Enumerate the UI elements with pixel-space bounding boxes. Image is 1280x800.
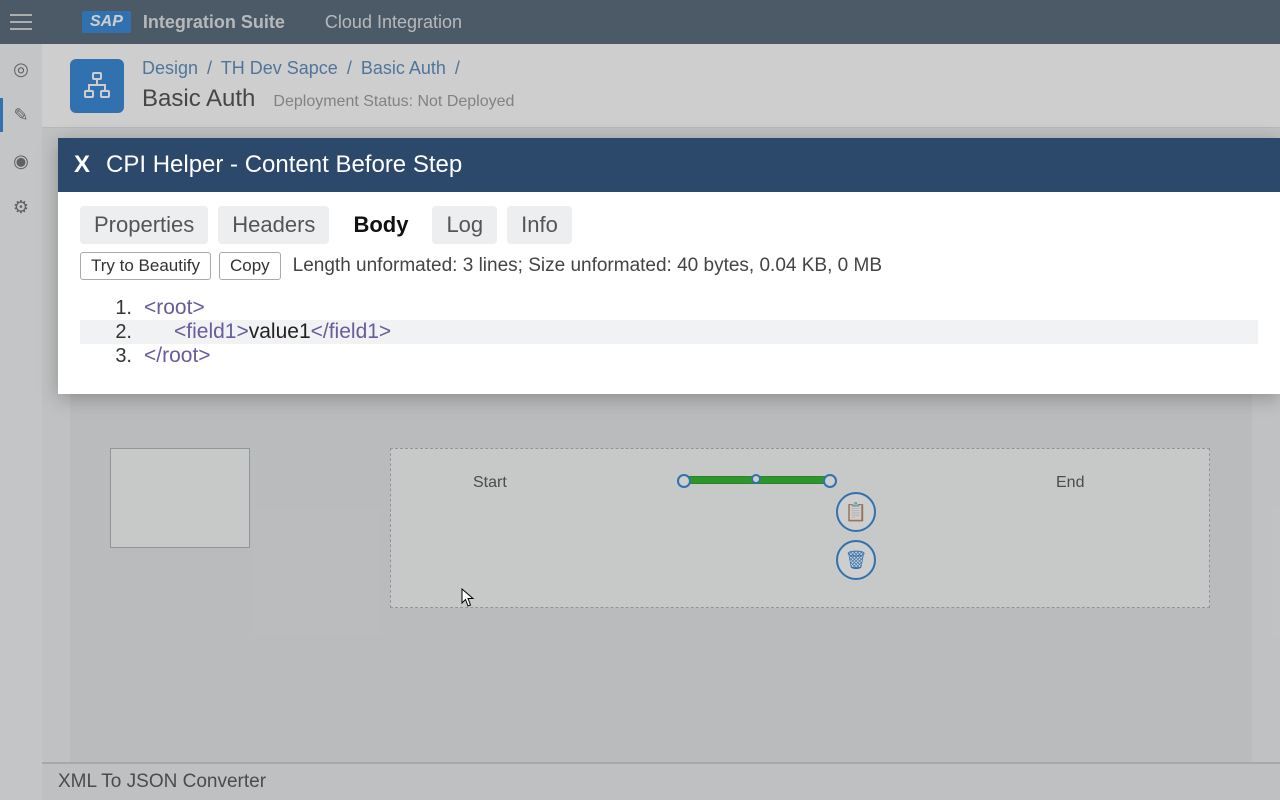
page-title: Basic Auth: [142, 85, 255, 113]
cpi-helper-panel: X CPI Helper - Content Before Step Prope…: [58, 138, 1280, 394]
cpi-tabs: Properties Headers Body Log Info: [58, 192, 1280, 252]
deploy-status: Deployment Status: Not Deployed: [273, 93, 514, 111]
top-bar: SAP Integration Suite Cloud Integration: [0, 0, 1280, 44]
page-header: Design / TH Dev Sapce / Basic Auth / Bas…: [42, 44, 1280, 128]
crumb-space[interactable]: TH Dev Sapce: [221, 58, 338, 78]
iflow-icon: [70, 59, 124, 113]
code-line-2: 2. <field1>value1</field1>: [80, 320, 1258, 344]
tab-properties[interactable]: Properties: [80, 206, 208, 244]
tab-headers[interactable]: Headers: [218, 206, 329, 244]
sender-participant[interactable]: [110, 448, 250, 548]
length-info: Length unformated: 3 lines; Size unforma…: [293, 255, 882, 277]
body-code-block[interactable]: 1. <root> 2. <field1>value1</field1> 3. …: [58, 288, 1280, 394]
end-event-label: End: [1056, 474, 1084, 492]
close-button[interactable]: X: [74, 151, 90, 179]
tab-body[interactable]: Body: [339, 206, 422, 244]
delete-icon[interactable]: 🗑: [836, 540, 876, 580]
menu-icon[interactable]: [0, 0, 42, 44]
crumb-artifact[interactable]: Basic Auth: [361, 58, 446, 78]
properties-panel-header[interactable]: XML To JSON Converter: [42, 762, 1280, 800]
tab-info[interactable]: Info: [507, 206, 572, 244]
tab-log[interactable]: Log: [432, 206, 497, 244]
cpi-helper-titlebar: X CPI Helper - Content Before Step: [58, 138, 1280, 192]
sub-product: Cloud Integration: [325, 12, 462, 33]
sap-logo: SAP: [82, 11, 131, 33]
crumb-sep: /: [455, 58, 460, 78]
crumb-sep: /: [347, 58, 352, 78]
cursor-icon: [461, 588, 475, 608]
copy-button[interactable]: Copy: [219, 252, 281, 280]
code-line-1: 1. <root>: [80, 296, 1258, 320]
left-nav: ◎ ✎ ◉ ⚙: [0, 44, 42, 800]
breadcrumb[interactable]: Design / TH Dev Sapce / Basic Auth /: [142, 58, 514, 79]
paste-icon[interactable]: 📋: [836, 492, 876, 532]
properties-panel-title: XML To JSON Converter: [58, 771, 266, 793]
cpi-helper-title: CPI Helper - Content Before Step: [106, 151, 462, 179]
code-line-3: 3. </root>: [80, 344, 1258, 368]
suite-name: Integration Suite: [143, 12, 285, 33]
start-event-label: Start: [473, 474, 507, 492]
nav-discover-icon[interactable]: ◎: [10, 58, 32, 80]
beautify-button[interactable]: Try to Beautify: [80, 252, 211, 280]
nav-design-icon[interactable]: ✎: [10, 104, 32, 126]
nav-monitor-icon[interactable]: ◉: [10, 150, 32, 172]
integration-process-box[interactable]: [390, 448, 1210, 608]
crumb-sep: /: [207, 58, 212, 78]
body-toolbar: Try to Beautify Copy Length unformated: …: [58, 252, 1280, 288]
header-text: Design / TH Dev Sapce / Basic Auth / Bas…: [142, 58, 514, 113]
crumb-design[interactable]: Design: [142, 58, 198, 78]
nav-settings-icon[interactable]: ⚙: [10, 196, 32, 218]
flow-step[interactable]: [682, 476, 832, 484]
step-action-palette: 📋 🗑: [836, 492, 876, 580]
